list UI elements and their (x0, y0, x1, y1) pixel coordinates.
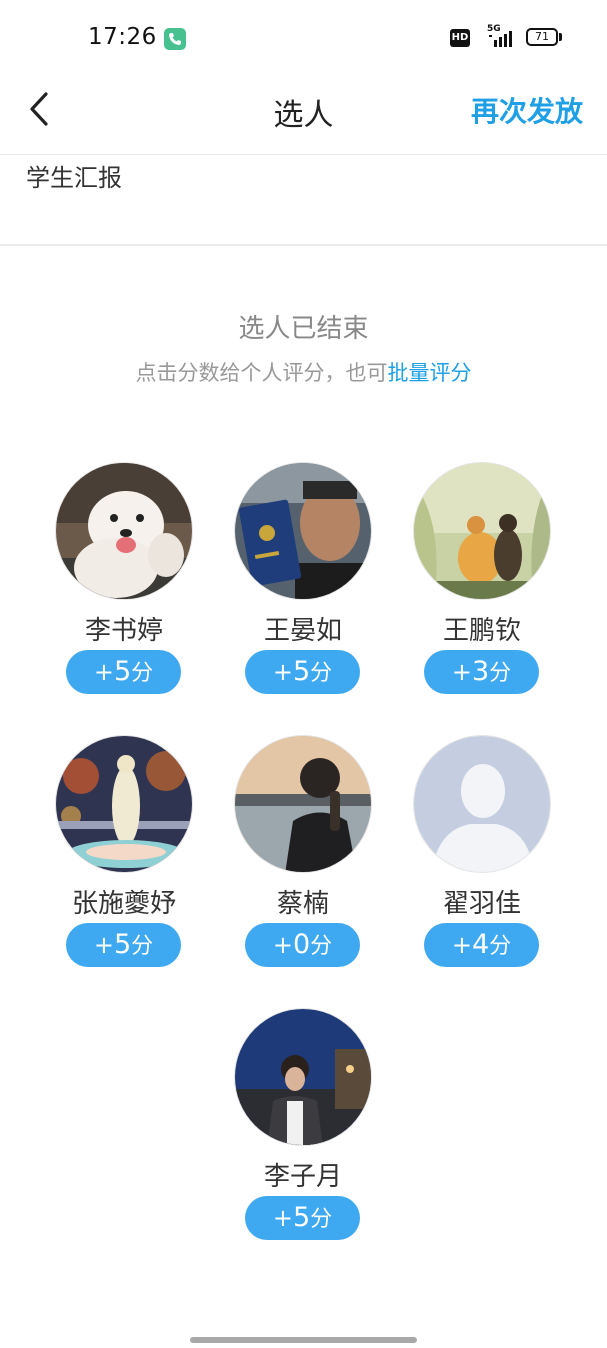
score-button[interactable]: +0分 (245, 923, 360, 967)
score-value: 5 (292, 656, 311, 687)
reissue-button[interactable]: 再次发放 (471, 90, 583, 130)
score-value: 4 (471, 929, 490, 960)
score-plus: + (272, 931, 293, 959)
student-avatar[interactable] (234, 735, 372, 873)
student-name: 蔡楠 (276, 889, 329, 919)
score-unit: 分 (131, 934, 154, 959)
default-avatar-icon (414, 736, 550, 872)
battery-level: 71 (535, 30, 549, 43)
man-by-water-photo-icon (235, 736, 371, 872)
score-unit: 分 (310, 1207, 333, 1232)
student-avatar[interactable] (234, 462, 372, 600)
score-plus: + (93, 658, 114, 686)
scoring-hint: 点击分数给个人评分，也可批量评分 (0, 357, 607, 387)
score-unit: 分 (131, 661, 154, 686)
student-name: 翟羽佳 (442, 889, 521, 919)
student-name: 李子月 (263, 1162, 342, 1192)
score-button[interactable]: +5分 (245, 650, 360, 694)
battery-cap (559, 33, 562, 41)
score-plus: + (272, 1204, 293, 1232)
signal-icon (489, 29, 515, 51)
score-unit: 分 (489, 661, 512, 686)
student-name: 王晏如 (263, 616, 342, 646)
score-plus: + (93, 931, 114, 959)
student-name: 王鹏钦 (442, 616, 521, 646)
selection-ended-title: 选人已结束 (238, 314, 369, 344)
man-night-street-photo-icon (235, 1009, 371, 1145)
phone-call-icon (164, 28, 186, 50)
score-value: 5 (113, 929, 132, 960)
student-name: 张施夔妤 (71, 889, 176, 919)
score-plus: + (451, 931, 472, 959)
student-avatar[interactable] (413, 462, 551, 600)
activity-name: 学生汇报 (26, 164, 122, 192)
score-value: 3 (471, 656, 490, 687)
score-unit: 分 (310, 661, 333, 686)
score-button[interactable]: +4分 (424, 923, 539, 967)
hd-icon: HD (450, 29, 470, 47)
student-avatar[interactable] (55, 462, 193, 600)
status-time: 17:26 (88, 24, 157, 50)
status-bar: 17:26 HD 5G 71 (0, 0, 607, 78)
nav-bar: 选人 再次发放 (0, 78, 607, 155)
score-button[interactable]: +5分 (245, 1196, 360, 1240)
score-value: 5 (113, 656, 132, 687)
man-with-certificate-photo-icon (235, 463, 371, 599)
student-avatar[interactable] (413, 735, 551, 873)
painting-two-figures-icon (414, 463, 550, 599)
section-divider (0, 244, 607, 246)
scoring-hint-text: 点击分数给个人评分，也可 (135, 361, 388, 385)
score-unit: 分 (489, 934, 512, 959)
score-unit: 分 (310, 934, 333, 959)
batch-score-link[interactable]: 批量评分 (388, 361, 472, 385)
dog-photo-icon (56, 463, 192, 599)
battery-icon: 71 (526, 28, 558, 46)
score-plus: + (272, 658, 293, 686)
fountain-statue-photo-icon (56, 736, 192, 872)
home-indicator[interactable] (190, 1337, 417, 1343)
student-avatar[interactable] (55, 735, 193, 873)
score-plus: + (451, 658, 472, 686)
score-button[interactable]: +5分 (66, 650, 181, 694)
score-button[interactable]: +3分 (424, 650, 539, 694)
score-value: 5 (292, 1202, 311, 1233)
student-name: 李书婷 (84, 616, 163, 646)
score-value: 0 (292, 929, 311, 960)
score-button[interactable]: +5分 (66, 923, 181, 967)
student-avatar[interactable] (234, 1008, 372, 1146)
